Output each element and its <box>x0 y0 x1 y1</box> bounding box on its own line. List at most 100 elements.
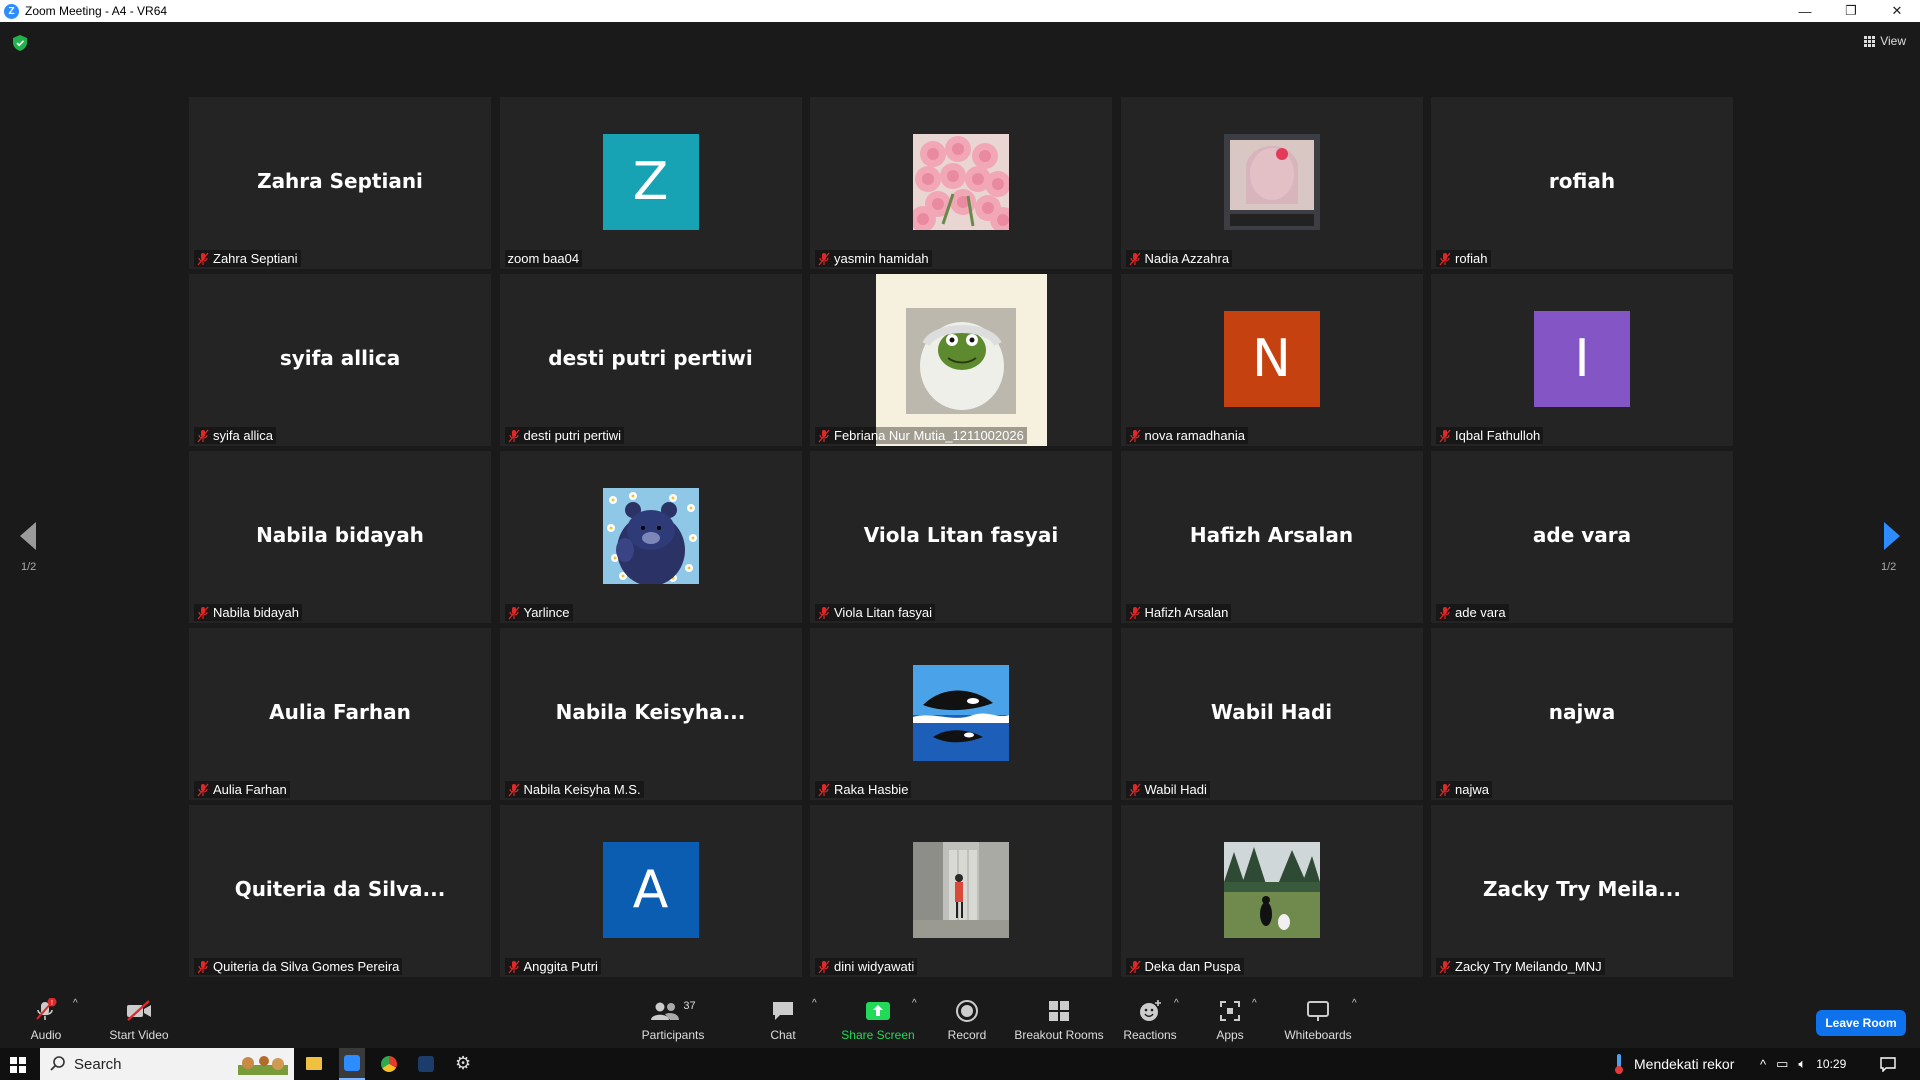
settings-gear-icon[interactable]: ⚙ <box>455 1053 471 1074</box>
leave-room-button[interactable]: Leave Room <box>1816 1010 1906 1036</box>
previous-page-arrow-icon[interactable] <box>20 522 36 550</box>
participant-name: Iqbal Fathulloh <box>1455 428 1541 443</box>
apps-button[interactable]: Apps <box>1212 990 1248 1046</box>
participant-name-label: najwa <box>1436 781 1492 798</box>
share-screen-icon <box>866 1002 890 1020</box>
meeting-toolbar: ! Audio ^ Start Video 37 Participants Ch… <box>0 990 1920 1046</box>
record-button[interactable]: Record <box>946 990 988 1046</box>
audio-options-caret-icon[interactable]: ^ <box>73 998 78 1009</box>
participant-name-label: Hafizh Arsalan <box>1125 604 1232 621</box>
participant-name-label: nova ramadhania <box>1125 427 1248 444</box>
participant-tile[interactable]: rofiah rofiah <box>1431 97 1733 269</box>
record-label: Record <box>947 1028 987 1042</box>
participant-tile[interactable]: Nnova ramadhania <box>1120 274 1423 446</box>
participant-tile[interactable]: Yarlince <box>499 451 802 623</box>
restore-button[interactable]: ❐ <box>1828 0 1874 22</box>
reactions-options-caret-icon[interactable]: ^ <box>1174 998 1179 1009</box>
view-label: View <box>1880 34 1906 48</box>
reactions-button[interactable]: Reactions <box>1122 990 1178 1046</box>
participant-tile[interactable]: Zahra Septiani Zahra Septiani <box>189 97 491 269</box>
participant-tile[interactable]: desti putri pertiwi desti putri pertiwi <box>499 274 802 446</box>
participant-tile[interactable]: Zzoom baa04 <box>499 97 802 269</box>
windows-taskbar: Search ⚙ Mendekati rekor ^ ▭ 🔈︎ 10:29 <box>0 1048 1920 1080</box>
chrome-taskbar-icon[interactable] <box>381 1056 397 1072</box>
participant-name-label: Zacky Try Meilando_MNJ <box>1436 958 1605 975</box>
start-video-button[interactable]: Start Video <box>106 990 172 1046</box>
whiteboards-button[interactable]: Whiteboards <box>1282 990 1354 1046</box>
audio-button[interactable]: ! Audio <box>26 990 66 1046</box>
show-hidden-icons-chevron-icon[interactable]: ^ <box>1760 1057 1766 1072</box>
chat-options-caret-icon[interactable]: ^ <box>812 998 817 1009</box>
participant-tile[interactable]: Viola Litan fasyai Viola Litan fasyai <box>810 451 1112 623</box>
muted-mic-icon <box>197 252 209 265</box>
participant-tile[interactable]: Deka dan Puspa <box>1120 805 1423 977</box>
network-icon[interactable]: ▭ <box>1776 1056 1788 1072</box>
camera-app-taskbar-icon[interactable] <box>418 1056 434 1072</box>
muted-mic-icon <box>197 429 209 442</box>
zoom-taskbar-icon[interactable] <box>339 1048 365 1080</box>
record-icon <box>956 1000 978 1022</box>
muted-mic-icon <box>508 960 519 973</box>
notifications-icon[interactable] <box>1880 1048 1896 1080</box>
participant-tile[interactable]: Nadia Azzahra <box>1120 97 1423 269</box>
windows-start-icon[interactable] <box>10 1057 26 1073</box>
participants-button[interactable]: 37 Participants <box>640 990 706 1046</box>
participant-name: Raka Hasbie <box>834 782 909 797</box>
volume-icon[interactable]: 🔈︎ <box>1798 1056 1806 1072</box>
participant-display-name: syifa allica <box>279 346 401 370</box>
video-off-icon <box>127 1000 151 1021</box>
participant-name-label: Wabil Hadi <box>1125 781 1210 798</box>
participant-profile-picture <box>913 665 1009 761</box>
next-page-arrow-icon[interactable] <box>1884 522 1900 550</box>
muted-mic-icon <box>1129 960 1140 973</box>
participant-tile[interactable]: Aulia Farhan Aulia Farhan <box>189 628 491 800</box>
participant-tile[interactable]: Raka Hasbie <box>810 628 1112 800</box>
participant-name-label: syifa allica <box>194 427 276 444</box>
muted-mic-icon <box>1439 606 1451 619</box>
participant-display-name: Wabil Hadi <box>1210 700 1333 724</box>
participant-display-name: Nabila Keisyha... <box>555 700 746 724</box>
view-button[interactable]: View <box>1864 34 1906 48</box>
participant-tile[interactable]: I Iqbal Fathulloh <box>1431 274 1733 446</box>
participant-tile[interactable]: ade vara ade vara <box>1431 451 1733 623</box>
encryption-shield-icon[interactable] <box>13 35 27 51</box>
window-title: Zoom Meeting - A4 - VR64 <box>25 4 168 18</box>
participant-tile[interactable]: syifa allica syifa allica <box>189 274 491 446</box>
participant-tile[interactable]: A Anggita Putri <box>499 805 802 977</box>
participant-tile[interactable]: yasmin hamidah <box>810 97 1112 269</box>
participant-name-label: yasmin hamidah <box>815 250 932 267</box>
share-screen-button[interactable]: Share Screen <box>838 990 918 1046</box>
apps-options-caret-icon[interactable]: ^ <box>1252 998 1257 1009</box>
participant-tile[interactable]: najwa najwa <box>1431 628 1733 800</box>
participant-tile[interactable]: Wabil Hadi Wabil Hadi <box>1120 628 1423 800</box>
page-indicator-left: 1/2 <box>21 561 37 573</box>
participants-icon <box>651 1002 680 1020</box>
close-button[interactable]: ✕ <box>1874 0 1920 22</box>
participant-tile[interactable]: Nabila Keisyha... Nabila Keisyha M.S. <box>499 628 802 800</box>
participant-tile[interactable]: Hafizh Arsalan Hafizh Arsalan <box>1120 451 1423 623</box>
participant-name: zoom baa04 <box>507 251 580 266</box>
whiteboards-options-caret-icon[interactable]: ^ <box>1352 998 1357 1009</box>
participant-profile-picture <box>913 134 1009 230</box>
weather-widget[interactable]: Mendekati rekor <box>1612 1048 1734 1080</box>
share-options-caret-icon[interactable]: ^ <box>912 998 917 1009</box>
minimize-button[interactable]: — <box>1782 0 1828 22</box>
muted-mic-icon <box>197 783 209 796</box>
participant-name: rofiah <box>1455 251 1488 266</box>
muted-mic-icon <box>508 606 519 619</box>
taskbar-clock[interactable]: 10:29 <box>1816 1057 1846 1071</box>
participant-name-label: Aulia Farhan <box>194 781 290 798</box>
grid-view-icon <box>1864 35 1876 47</box>
taskbar-search-box[interactable]: Search <box>40 1048 294 1080</box>
participant-tile[interactable]: Quiteria da Silva... Quiteria da Silva Go… <box>189 805 491 977</box>
participant-tile[interactable]: Nabila bidayah Nabila bidayah <box>189 451 491 623</box>
participant-tile[interactable]: dini widyawati <box>810 805 1112 977</box>
muted-mic-icon <box>1439 252 1451 265</box>
participant-tile[interactable]: Febriana Nur Mutia_1211002026 <box>810 274 1112 446</box>
chat-button[interactable]: Chat <box>768 990 798 1046</box>
file-explorer-taskbar-icon[interactable] <box>306 1057 322 1070</box>
muted-mic-icon <box>1129 252 1140 265</box>
participant-display-name: Quiteria da Silva... <box>234 877 446 901</box>
breakout-rooms-button[interactable]: Breakout Rooms <box>1014 990 1104 1046</box>
participant-tile[interactable]: Zacky Try Meila... Zacky Try Meilando_MNJ <box>1431 805 1733 977</box>
